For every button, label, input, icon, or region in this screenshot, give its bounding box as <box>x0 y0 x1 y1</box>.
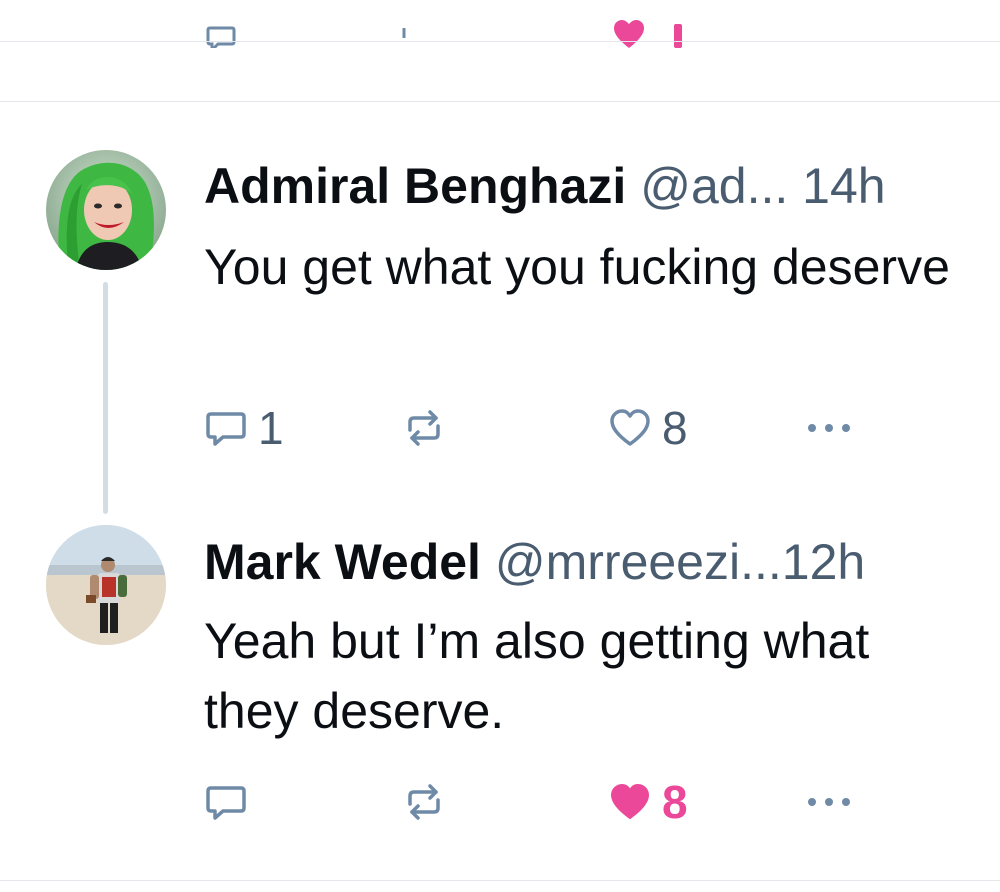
more-button[interactable] <box>804 398 854 458</box>
heart-icon <box>610 409 650 446</box>
avatar[interactable] <box>46 525 166 645</box>
repost-icon[interactable] <box>398 24 428 48</box>
repost-button[interactable] <box>402 398 446 458</box>
like-count: 8 <box>662 402 688 454</box>
author-name[interactable]: Mark Wedel <box>204 534 481 590</box>
post-text: You get what you fucking deserve <box>204 239 950 295</box>
thread-line <box>103 282 108 514</box>
avatar[interactable] <box>46 150 166 270</box>
repost-icon <box>408 784 440 820</box>
more-icon <box>808 424 850 432</box>
repost-icon <box>408 410 440 446</box>
reply-count: 1 <box>258 402 284 454</box>
post-time[interactable]: 12h <box>782 534 865 590</box>
post-actions: 1 8 <box>204 398 964 458</box>
post-text: Yeah but I’m also getting what they dese… <box>204 613 870 739</box>
divider <box>0 41 1000 42</box>
like-count: 8 <box>662 776 688 828</box>
author-handle[interactable]: @mrreeezi... <box>495 534 782 590</box>
post-header: Admiral Benghazi @ad... 14h <box>204 156 886 216</box>
like-button[interactable]: 8 <box>608 398 688 458</box>
author-handle[interactable]: @ad... <box>640 158 788 214</box>
reply-button[interactable]: 1 <box>204 398 284 458</box>
reply-button[interactable] <box>204 772 248 832</box>
repost-button[interactable] <box>402 772 446 832</box>
divider <box>0 101 1000 102</box>
reply-icon[interactable] <box>206 24 236 48</box>
heart-icon[interactable] <box>612 20 646 48</box>
divider <box>0 880 1000 881</box>
post-time[interactable]: 14h <box>802 158 885 214</box>
avatar-image <box>46 525 166 645</box>
post-header: Mark Wedel @mrreeezi...12h <box>204 532 865 592</box>
more-icon <box>808 798 850 806</box>
reply-icon <box>206 412 246 446</box>
avatar-image <box>46 150 166 270</box>
heart-icon <box>611 784 649 819</box>
like-count-fragment <box>674 24 682 48</box>
author-name[interactable]: Admiral Benghazi <box>204 158 626 214</box>
more-button[interactable] <box>804 772 854 832</box>
reply-icon <box>206 786 246 820</box>
like-button[interactable]: 8 <box>608 772 688 832</box>
post-actions: 8 <box>204 772 964 832</box>
